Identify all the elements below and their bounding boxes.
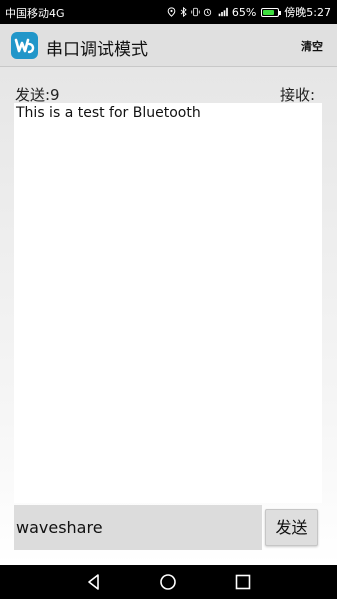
send-count-label: 发送:9 [15,86,60,104]
back-icon[interactable] [84,572,104,592]
navigation-bar [0,565,337,599]
clock: 傍晚5:27 [284,6,331,19]
signal-icon [218,7,228,17]
logo-glyph [14,38,35,54]
battery-percent: 65% [231,5,257,19]
receive-label: 接收: [279,86,315,104]
clear-button[interactable]: 清空 [301,38,323,54]
status-icons: 65% 傍晚5:27 [167,4,331,20]
received-text: This is a test for Bluetooth [16,105,201,121]
app-title: 串口调试模式 [46,40,148,60]
status-bar: 中国移动4G 65% 傍晚5:27 [0,0,337,24]
battery-icon [261,7,282,17]
action-bar: 串口调试模式 清空 [0,24,337,67]
battery-fill [263,9,274,15]
home-icon[interactable] [158,572,178,592]
vibrate-icon [191,7,200,17]
send-input[interactable]: waveshare [14,505,262,550]
carrier-label: 中国移动4G [5,7,65,20]
app-logo-icon [11,32,38,59]
location-icon [167,7,176,17]
alarm-icon [203,8,211,17]
bluetooth-icon [180,7,187,17]
send-input-value: waveshare [16,518,103,537]
main-content: 发送:9 接收: This is a test for Bluetooth wa… [0,67,337,565]
recents-icon[interactable] [233,572,253,592]
receive-text-area[interactable]: This is a test for Bluetooth [14,103,322,503]
send-button[interactable]: 发送 [265,509,318,546]
